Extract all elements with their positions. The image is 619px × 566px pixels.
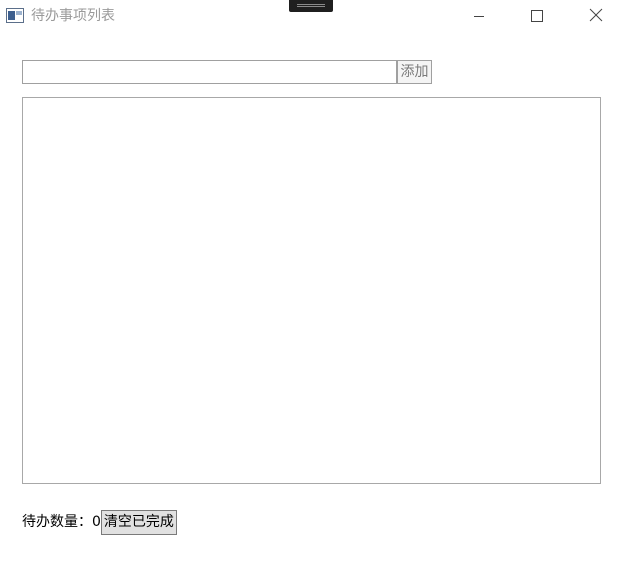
- maximize-icon: [531, 7, 543, 26]
- close-icon: [589, 7, 603, 26]
- footer-bar: 待办数量： 0 清空已完成: [22, 509, 177, 535]
- minimize-button[interactable]: [456, 0, 502, 32]
- todo-list[interactable]: [22, 97, 601, 484]
- add-button[interactable]: 添加: [397, 60, 432, 84]
- window-title: 待办事项列表: [31, 8, 115, 24]
- todo-count-label: 待办数量：: [22, 514, 92, 530]
- close-button[interactable]: [573, 0, 619, 32]
- todo-count-value: 0: [92, 514, 101, 530]
- maximize-button[interactable]: [514, 0, 560, 32]
- title-bar[interactable]: 待办事项列表: [0, 0, 619, 32]
- clear-completed-button[interactable]: 清空已完成: [100, 509, 177, 535]
- app-window: 待办事项列表 添加 待办数量： 0 清空已完成: [0, 0, 619, 566]
- snap-handle[interactable]: [289, 0, 333, 12]
- todo-input[interactable]: [22, 60, 397, 84]
- minimize-icon: [473, 7, 485, 26]
- app-window-icon: [6, 8, 24, 23]
